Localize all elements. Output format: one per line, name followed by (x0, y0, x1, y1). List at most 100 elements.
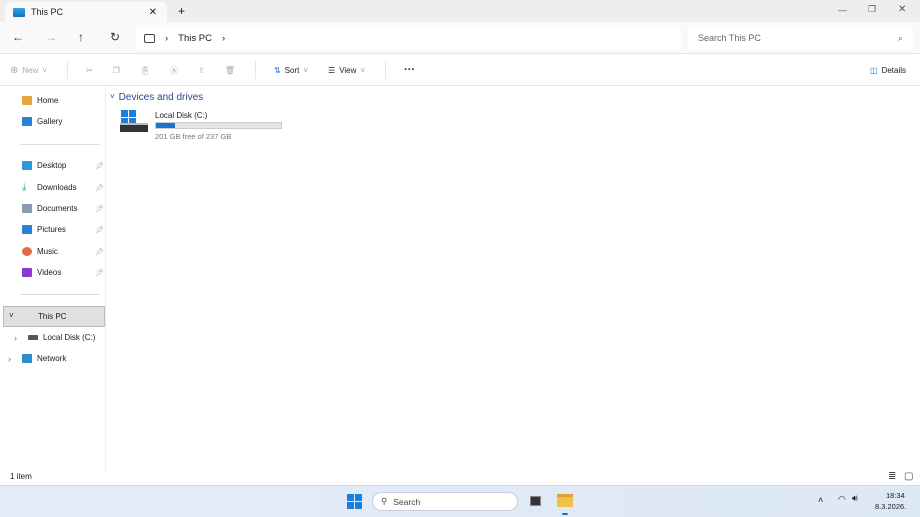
sidebar-item-desktop[interactable]: Desktop 📌︎ (22, 161, 104, 170)
wifi-icon[interactable]: ◠ (838, 494, 846, 505)
pin-icon: 📌︎ (95, 162, 104, 170)
drive-item-c[interactable]: Local Disk (C:) 201 GB free of 237 GB (120, 110, 295, 142)
details-button[interactable]: ◫ Details (870, 66, 906, 75)
sidebar-item-home[interactable]: Home (22, 96, 104, 105)
drive-usage-fill (156, 123, 175, 128)
restore-button[interactable]: ❐ (868, 4, 876, 15)
download-icon: ⤓ (22, 182, 27, 193)
copy-button[interactable]: ❐ (113, 66, 120, 75)
taskbar-search[interactable]: ⚲ Search (372, 492, 518, 511)
pin-icon: 📌︎ (95, 226, 104, 234)
pictures-icon (22, 225, 32, 234)
cut-button[interactable]: ✂ (86, 66, 93, 75)
tab-title: This PC (31, 7, 64, 17)
pin-icon: 📌︎ (95, 184, 104, 192)
new-tab-button[interactable]: + (178, 4, 185, 18)
network-icon (22, 354, 32, 363)
search-placeholder: Search This PC (698, 33, 761, 43)
sidebar-item-music[interactable]: Music 📌︎ (22, 247, 104, 256)
file-explorer-taskbar-icon[interactable] (557, 494, 573, 507)
clock-date[interactable]: 8.3.2026. (875, 502, 906, 511)
chevron-right-icon[interactable]: › (8, 354, 11, 364)
chevron-up-icon[interactable]: ˄ (818, 495, 823, 505)
navigation-pane: Home Gallery Desktop 📌︎ ⤓ Downloads 📌︎ Docu… (0, 87, 106, 472)
tab-bar: This PC ✕ + — ❐ ✕ (0, 0, 920, 22)
videos-icon (22, 268, 32, 277)
active-app-indicator (562, 513, 568, 515)
breadcrumb-separator: › (165, 32, 169, 44)
sidebar-item-documents[interactable]: Documents 📌︎ (22, 204, 104, 213)
copy-icon: ❐ (112, 65, 120, 75)
command-bar: ⊕ New ˅ ✂ ❐ 📋︎ Ⓐ ⇪ 🗑︎ ⇅ Sort ˅ ☰ View ˅ ··· ◫ D… (0, 55, 920, 86)
breadcrumb[interactable]: › This PC › (136, 27, 681, 49)
tiles-view-icon[interactable]: ▢ (904, 471, 913, 482)
hard-drive-icon (120, 123, 148, 132)
gallery-icon (22, 117, 32, 126)
more-button[interactable]: ··· (404, 64, 415, 76)
drive-icon (28, 335, 38, 340)
clock-time[interactable]: 18:34 (886, 491, 905, 500)
volume-icon[interactable]: 🔊︎ (852, 493, 858, 504)
details-pane-icon: ◫ (869, 65, 878, 75)
sidebar-item-downloads[interactable]: ⤓ Downloads 📌︎ (22, 182, 104, 193)
refresh-button[interactable]: ↻ (110, 30, 120, 44)
divider (67, 61, 69, 79)
up-button[interactable]: ↑ (78, 30, 84, 44)
share-icon: ⇪ (198, 65, 205, 75)
cut-icon: ✂ (86, 65, 93, 75)
tab-this-pc[interactable]: This PC ✕ (5, 2, 167, 22)
rename-button[interactable]: Ⓐ (170, 65, 178, 76)
address-row: ← → ↑ ↻ › This PC › Search This PC ⌕ (0, 22, 920, 54)
breadcrumb-separator[interactable]: › (222, 33, 225, 44)
back-button[interactable]: ← (12, 30, 24, 44)
tab-close-button[interactable]: ✕ (149, 7, 157, 18)
status-item-count: 1 item (10, 472, 32, 481)
sidebar-item-network[interactable]: Network (22, 354, 104, 363)
trash-icon: 🗑︎ (224, 65, 235, 75)
content-area: ˅ Devices and drives Local Disk (C:) 201 … (110, 92, 282, 141)
chevron-down-icon: ˅ (42, 65, 48, 75)
computer-icon (13, 7, 25, 17)
home-icon (22, 96, 32, 105)
close-window-button[interactable]: ✕ (898, 4, 906, 15)
view-button[interactable]: ☰ View ˅ (328, 66, 365, 75)
rename-icon: Ⓐ (170, 65, 179, 75)
plus-circle-icon: ⊕ (10, 64, 19, 76)
details-view-icon[interactable]: ≣ (888, 471, 896, 482)
divider (20, 144, 100, 145)
chevron-down-icon[interactable]: ˅ (9, 311, 14, 320)
chevron-down-icon: ˅ (110, 92, 115, 101)
music-icon (22, 247, 32, 256)
minimize-button[interactable]: — (838, 5, 847, 15)
share-button[interactable]: ⇪ (198, 66, 205, 75)
task-view-icon[interactable] (530, 496, 541, 506)
chevron-down-icon: ˅ (360, 65, 366, 75)
taskbar: ⚲ Search ˄ ◠ 🔊︎ 18:34 8.3.2026. (0, 485, 920, 517)
group-header-devices[interactable]: ˅ Devices and drives (110, 92, 203, 103)
delete-button[interactable]: 🗑︎ (225, 66, 235, 75)
new-button[interactable]: ⊕ New ˅ (10, 65, 47, 76)
pin-icon: 📌︎ (95, 205, 104, 213)
sidebar-item-pictures[interactable]: Pictures 📌︎ (22, 225, 104, 234)
chevron-right-icon[interactable]: › (14, 333, 17, 343)
sort-button[interactable]: ⇅ Sort ˅ (274, 66, 308, 75)
sidebar-item-gallery[interactable]: Gallery (22, 117, 104, 126)
sidebar-item-videos[interactable]: Videos 📌︎ (22, 268, 104, 277)
forward-button[interactable]: → (45, 30, 57, 44)
start-button[interactable] (347, 494, 362, 509)
documents-icon (22, 204, 32, 213)
breadcrumb-this-pc[interactable]: This PC (178, 33, 212, 44)
paste-button[interactable]: 📋︎ (140, 66, 150, 75)
drive-usage-bar (155, 122, 282, 129)
chevron-down-icon: ˅ (303, 65, 309, 75)
search-icon: ⌕ (897, 32, 903, 43)
search-icon: ⚲ (381, 496, 388, 506)
divider (385, 61, 387, 79)
sidebar-item-local-disk[interactable]: Local Disk (C:) (28, 333, 110, 342)
search-input[interactable]: Search This PC ⌕ (688, 27, 913, 49)
sidebar-item-this-pc[interactable]: ˅ This PC (3, 306, 105, 327)
pin-icon: 📌︎ (95, 248, 104, 256)
view-icon: ☰ (328, 65, 336, 75)
paste-icon: 📋︎ (139, 65, 151, 75)
pin-icon: 📌︎ (95, 269, 104, 277)
